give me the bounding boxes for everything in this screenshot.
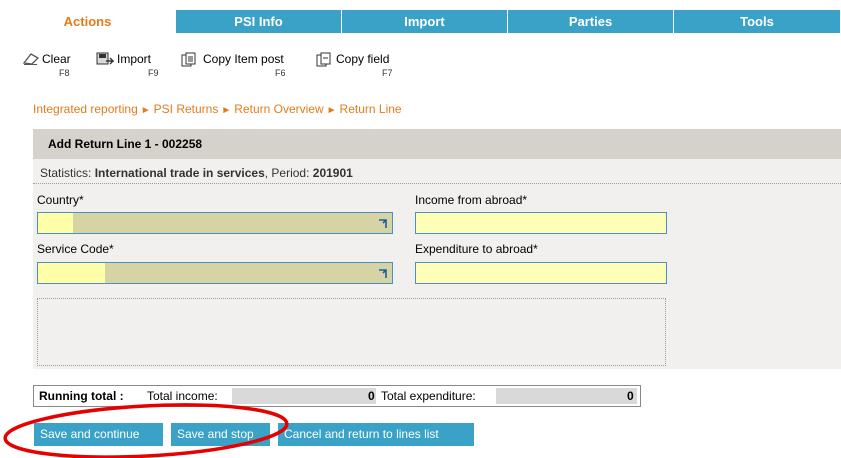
toolbar: Clear F8 Import F9 Copy Item post F6 Cop… — [0, 48, 841, 82]
clear-label: Clear — [42, 52, 71, 66]
panel-title: Add Return Line 1 - 002258 — [48, 137, 203, 151]
total-income-value: 0 — [368, 389, 375, 403]
income-from-abroad-input[interactable] — [415, 212, 667, 234]
copy-field-shortcut: F7 — [382, 68, 393, 78]
country-combobox[interactable] — [37, 212, 393, 234]
menu-tab-bar: Actions PSI Info Import Parties Tools — [0, 0, 841, 33]
service-code-lookup-button[interactable] — [374, 263, 392, 283]
statistics-label: Statistics: — [40, 166, 95, 180]
lookup-arrow-icon — [379, 269, 387, 278]
import-button[interactable]: Import F9 — [96, 48, 176, 82]
service-code-label: Service Code* — [37, 242, 114, 256]
breadcrumb-integrated-reporting[interactable]: Integrated reporting — [33, 102, 138, 116]
copy-field-button[interactable]: Copy field F7 — [316, 48, 406, 82]
breadcrumb-return-overview[interactable]: Return Overview — [234, 102, 323, 116]
income-label: Income from abroad* — [415, 193, 528, 207]
copy-icon — [181, 52, 196, 67]
tab-actions[interactable]: Actions — [0, 10, 176, 33]
breadcrumb-return-line[interactable]: Return Line — [340, 102, 402, 116]
copy-item-post-shortcut: F6 — [275, 68, 286, 78]
tab-import[interactable]: Import — [342, 10, 508, 33]
period-label: , Period: — [264, 166, 313, 180]
tab-tools[interactable]: Tools — [674, 10, 841, 33]
import-icon — [96, 52, 114, 65]
copy-field-icon — [316, 52, 331, 67]
import-label: Import — [117, 52, 152, 66]
divider — [33, 183, 841, 184]
service-code-input[interactable] — [38, 263, 105, 283]
breadcrumb-separator-icon: ► — [326, 105, 337, 116]
statistics-line: Statistics: International trade in servi… — [40, 166, 353, 180]
total-expenditure-box — [496, 388, 637, 404]
period-value: 201901 — [312, 166, 353, 180]
lookup-arrow-icon — [379, 219, 387, 228]
copy-item-post-label: Copy Item post — [203, 52, 284, 66]
eraser-icon — [22, 53, 40, 65]
statistics-value: International trade in services — [94, 166, 265, 180]
copy-item-post-button[interactable]: Copy Item post F6 — [181, 48, 301, 82]
country-lookup-button[interactable] — [374, 213, 392, 233]
panel-header: Add Return Line 1 - 002258 — [33, 129, 841, 159]
tab-psi-info[interactable]: PSI Info — [176, 10, 342, 33]
country-input[interactable] — [38, 213, 73, 233]
import-shortcut: F9 — [148, 68, 159, 78]
comment-area[interactable] — [37, 298, 666, 366]
total-expenditure-label: Total expenditure: — [381, 389, 476, 403]
country-label: Country* — [37, 193, 84, 207]
breadcrumb-separator-icon: ► — [221, 105, 232, 116]
clear-shortcut: F8 — [59, 68, 70, 78]
return-line-panel: Add Return Line 1 - 002258 Statistics: I… — [33, 129, 841, 369]
tab-parties[interactable]: Parties — [508, 10, 674, 33]
copy-field-label: Copy field — [336, 52, 390, 66]
service-code-combobox[interactable] — [37, 262, 393, 284]
expenditure-label: Expenditure to abroad* — [415, 242, 538, 256]
annotation-ellipse — [3, 403, 289, 458]
breadcrumb-psi-returns[interactable]: PSI Returns — [154, 102, 219, 116]
expenditure-to-abroad-input[interactable] — [415, 262, 667, 284]
breadcrumb-separator-icon: ► — [140, 105, 151, 116]
clear-button[interactable]: Clear F8 — [2, 48, 82, 82]
breadcrumb: Integrated reporting ► PSI Returns ► Return … — [33, 102, 402, 116]
total-expenditure-value: 0 — [627, 389, 634, 403]
